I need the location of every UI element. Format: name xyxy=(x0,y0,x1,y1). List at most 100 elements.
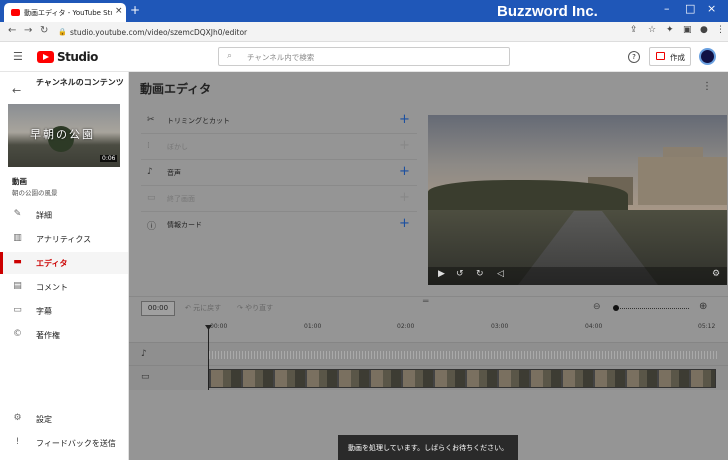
settings-gear-icon[interactable]: ⚙ xyxy=(712,269,720,279)
sidepanel-icon[interactable]: ▣ xyxy=(683,25,692,35)
minimize-icon[interactable]: – xyxy=(664,2,670,15)
add-blur-button[interactable]: + xyxy=(399,138,410,153)
sidebar-item-label: 設定 xyxy=(36,415,52,424)
tool-endscreen[interactable]: ▭ 終了画面 + xyxy=(141,186,417,212)
new-tab-button[interactable]: + xyxy=(130,3,140,17)
tool-audio[interactable]: ♪ 音声 + xyxy=(141,160,417,186)
ruler-tick: 01:00 xyxy=(304,323,322,330)
zoom-in-icon[interactable]: ⊕ xyxy=(699,301,707,312)
reload-icon[interactable]: ↻ xyxy=(40,25,48,36)
video-label: 動画 xyxy=(12,177,27,186)
share-icon[interactable]: ⇪ xyxy=(630,25,638,35)
youtube-favicon-icon xyxy=(11,9,20,16)
undo-label: 元に戻す xyxy=(193,304,222,312)
studio-logo-text[interactable]: Studio xyxy=(57,50,98,64)
url-field[interactable]: 🔒 studio.youtube.com/video/szemcDQXJh0/e… xyxy=(56,25,616,39)
sidebar-item-editor[interactable]: ▬ エディタ xyxy=(0,252,128,274)
sidebar-item-details[interactable]: ✎ 詳細 xyxy=(0,204,128,226)
maximize-icon[interactable]: □ xyxy=(685,2,695,15)
redo-label: やり直す xyxy=(245,304,274,312)
add-audio-button[interactable]: + xyxy=(399,164,410,179)
close-window-icon[interactable]: × xyxy=(707,2,716,15)
sidebar-item-comments[interactable]: ▤ コメント xyxy=(0,276,128,298)
undo-button[interactable]: ↶ 元に戻す xyxy=(185,303,221,313)
video-track[interactable]: ▭ xyxy=(129,366,728,390)
sidebar-item-label: コメント xyxy=(36,283,68,292)
timeline-ruler: 00:00 01:00 02:00 03:00 04:00 05:12 xyxy=(129,320,728,342)
zoom-slider-knob[interactable] xyxy=(613,305,619,311)
processing-toast: 動画を処理しています。しばらくお待ちください。 xyxy=(338,435,518,460)
analytics-icon: ▥ xyxy=(13,233,22,243)
video-frames-strip[interactable] xyxy=(208,369,716,388)
sidebar-item-label: 詳細 xyxy=(36,211,52,220)
add-info-card-button[interactable]: + xyxy=(399,216,410,231)
search-icon: ⌕ xyxy=(227,51,233,61)
ruler-tick: 03:00 xyxy=(491,323,509,330)
tool-label: トリミングとカット xyxy=(167,117,230,125)
add-trim-button[interactable]: + xyxy=(399,112,410,127)
ruler-tick: 05:12 xyxy=(698,323,716,330)
sidebar-item-copyright[interactable]: © 著作権 xyxy=(0,324,128,346)
tool-blur[interactable]: ⁞ ぼかし + xyxy=(141,134,417,160)
feedback-icon: ! xyxy=(15,437,20,447)
audio-track[interactable]: ♪ xyxy=(129,342,728,366)
create-video-icon xyxy=(656,52,665,60)
bookmark-star-icon[interactable]: ☆ xyxy=(648,25,656,35)
sidebar-item-subtitles[interactable]: ▭ 字幕 xyxy=(0,300,128,322)
zoom-out-icon[interactable]: ⊖ xyxy=(593,302,601,312)
sidebar-item-analytics[interactable]: ▥ アナリティクス xyxy=(0,228,128,250)
preview-building xyxy=(638,157,727,205)
info-icon: ⓘ xyxy=(147,222,157,232)
tool-label: ぼかし xyxy=(167,143,188,151)
ruler-tick: 02:00 xyxy=(397,323,415,330)
tool-trim[interactable]: ✂ トリミングとカット + xyxy=(141,108,417,134)
volume-icon[interactable]: ◁ xyxy=(497,269,504,279)
studio-header: ☰ Studio ⌕ チャンネル内で検索 ? 作成 xyxy=(0,42,728,72)
forward-arrow-icon[interactable]: → xyxy=(24,25,32,36)
timecode-field[interactable]: 00:00 xyxy=(141,301,175,316)
editor-main: 動画エディタ ⋮ ✂ トリミングとカット + ⁞ ぼかし + ♪ 音声 + ▭ … xyxy=(129,72,728,460)
zoom-slider[interactable] xyxy=(615,308,689,309)
preview-trees xyxy=(428,180,628,210)
player-controls: ▶ ↺ ↻ ◁ ⚙ xyxy=(428,267,727,285)
drag-handle-icon[interactable]: ═ xyxy=(423,297,428,307)
comment-icon: ▤ xyxy=(13,281,22,291)
tool-info-card[interactable]: ⓘ 情報カード + xyxy=(141,212,417,238)
add-endscreen-button[interactable]: + xyxy=(399,190,410,205)
channel-search-input[interactable]: ⌕ チャンネル内で検索 xyxy=(218,47,510,66)
profile-icon[interactable]: ● xyxy=(700,25,708,35)
url-text: studio.youtube.com/video/szemcDQXJh0/edi… xyxy=(70,28,248,37)
close-tab-icon[interactable]: × xyxy=(115,6,123,16)
help-icon[interactable]: ? xyxy=(628,51,640,63)
forward-icon[interactable]: ↻ xyxy=(476,269,484,279)
sidebar-title: チャンネルのコンテンツ xyxy=(36,78,124,87)
sidebar-item-feedback[interactable]: ! フィードバックを送信 xyxy=(0,432,128,454)
back-arrow-icon[interactable]: ← xyxy=(8,25,16,36)
browser-tab[interactable]: 動画エディタ - YouTube Studio × xyxy=(4,3,126,22)
rewind-icon[interactable]: ↺ xyxy=(456,269,464,279)
sidebar-item-settings[interactable]: ⚙ 設定 xyxy=(0,408,128,430)
back-arrow-icon[interactable]: ← xyxy=(12,84,21,97)
sidebar-item-label: アナリティクス xyxy=(36,235,92,244)
create-button[interactable]: 作成 xyxy=(649,47,691,66)
video-thumbnail[interactable]: 早朝の公園 0:06 xyxy=(8,104,120,167)
redo-button[interactable]: ↷ やり直す xyxy=(237,303,273,313)
extensions-icon[interactable]: ✦ xyxy=(666,25,674,35)
tab-title: 動画エディタ - YouTube Studio xyxy=(24,9,112,17)
more-options-icon[interactable]: ⋮ xyxy=(702,81,712,92)
editor-icon: ▬ xyxy=(13,257,22,267)
playhead[interactable] xyxy=(208,325,209,390)
video-preview[interactable]: ▶ ↺ ↻ ◁ ⚙ xyxy=(428,115,727,285)
thumbnail-duration: 0:06 xyxy=(100,155,118,162)
play-icon[interactable]: ▶ xyxy=(438,269,445,279)
ruler-tick: 04:00 xyxy=(585,323,603,330)
menu-dots-icon[interactable]: ⋮ xyxy=(716,25,725,35)
youtube-logo-icon[interactable] xyxy=(37,51,54,63)
subtitles-icon: ▭ xyxy=(13,305,22,315)
ruler-tick: 00:00 xyxy=(210,323,228,330)
avatar[interactable] xyxy=(699,48,716,65)
active-indicator xyxy=(0,252,3,274)
sidebar-item-label: エディタ xyxy=(36,259,68,268)
tool-label: 音声 xyxy=(167,169,181,177)
hamburger-menu-icon[interactable]: ☰ xyxy=(13,50,23,63)
